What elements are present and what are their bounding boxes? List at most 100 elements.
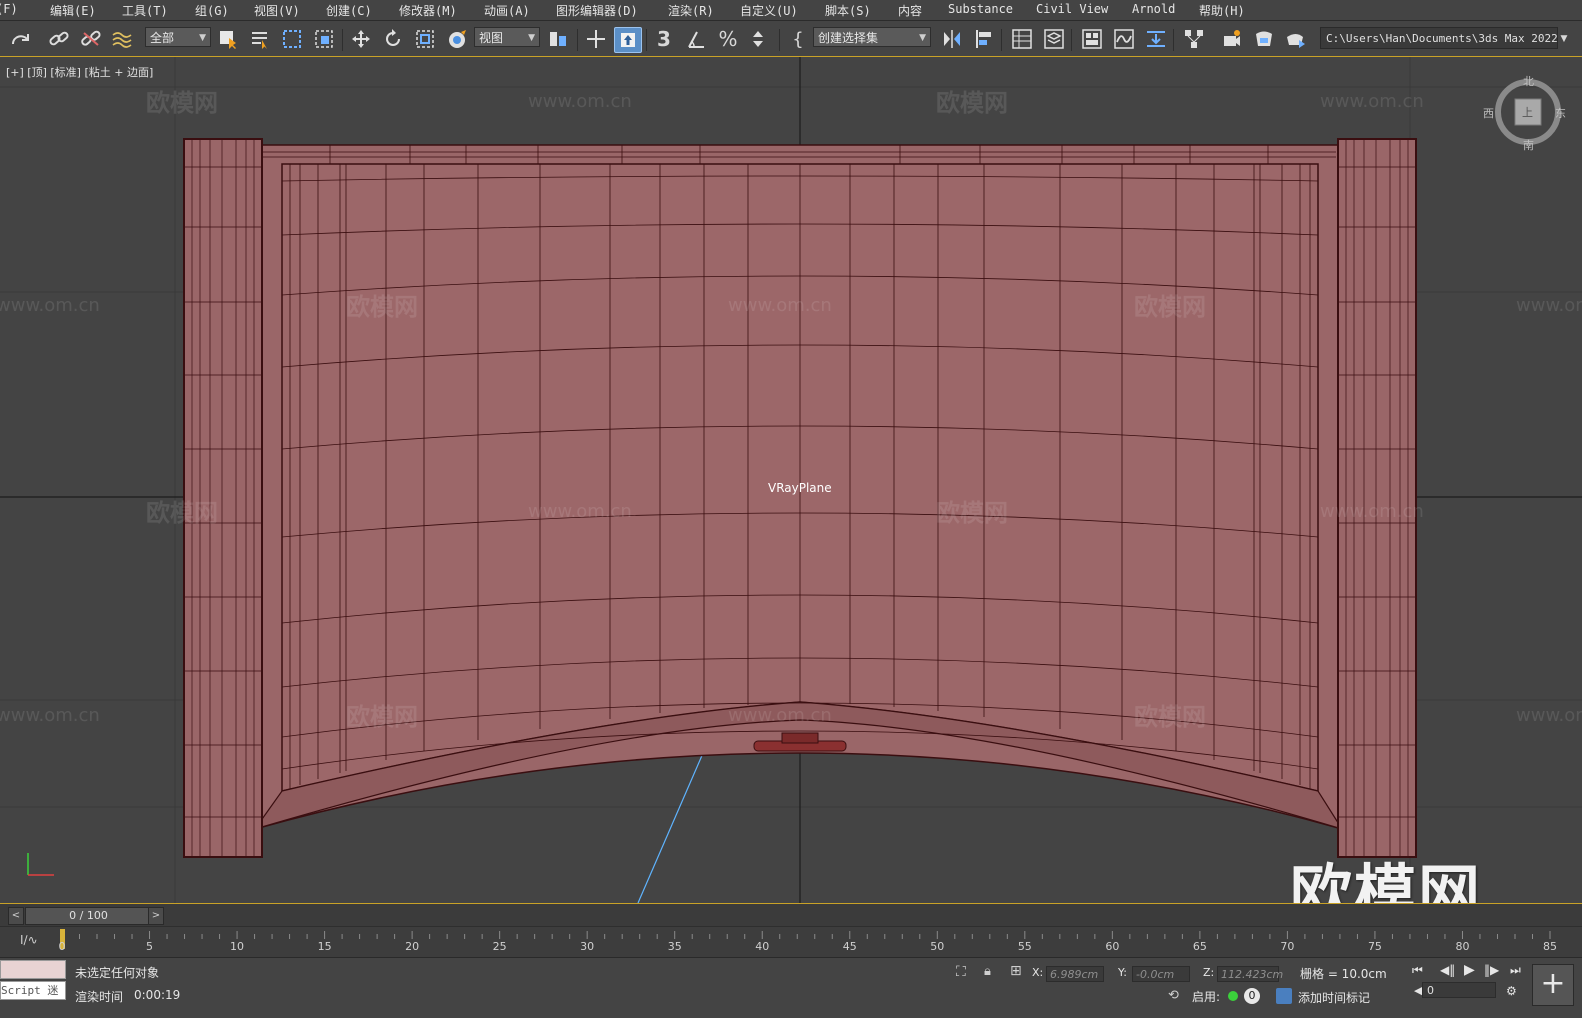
time-slider[interactable]: < 0 / 100 >	[0, 904, 1582, 926]
current-frame-field[interactable]: 0	[1422, 982, 1496, 998]
menu-arnold[interactable]: Arnold	[1132, 2, 1175, 16]
select-object-icon[interactable]	[216, 27, 240, 51]
material-editor-icon[interactable]	[1182, 27, 1206, 51]
menu-file[interactable]: (F)	[0, 2, 18, 16]
pivot-center-icon[interactable]	[546, 27, 570, 51]
viewport-top[interactable]: [+] [顶] [标准] [粘土 + 边面] 欧模网 www.om.cn 欧模网…	[0, 57, 1582, 904]
scene-explorer-icon[interactable]	[1010, 27, 1034, 51]
x-coordinate-field[interactable]: 6.989cm	[1046, 966, 1104, 982]
menu-content[interactable]: 内容	[898, 2, 922, 19]
viewport-label[interactable]: [+] [顶] [标准] [粘土 + 边面]	[6, 64, 153, 80]
adaptive-degradation-icon[interactable]: ⟲	[1168, 988, 1179, 1003]
chevron-down-icon[interactable]: ▼	[1556, 27, 1572, 51]
track-tick-label: 30	[580, 940, 595, 953]
select-by-name-icon[interactable]	[248, 27, 272, 51]
project-folder-path[interactable]: C:\Users\Han\Documents\3ds Max 2022	[1320, 27, 1558, 49]
maxscript-output[interactable]	[0, 960, 66, 979]
play-icon[interactable]: ▶	[1464, 962, 1475, 978]
layer-explorer-icon[interactable]	[1042, 27, 1066, 51]
watermark: 欧模网	[936, 499, 1008, 527]
mirror-icon[interactable]	[940, 27, 964, 51]
angle-snap-icon[interactable]	[684, 27, 708, 51]
viewcube-north[interactable]: 北	[1523, 73, 1534, 89]
track-bar[interactable]: I∕∿ 0 5 10 15 20 25 30 35 40 45 50 55 60 65 70 75 80 85	[0, 926, 1582, 957]
menu-animation[interactable]: 动画(A)	[484, 2, 530, 19]
place-icon[interactable]	[445, 27, 469, 51]
edit-named-selection-icon[interactable]: {	[786, 27, 810, 51]
viewport-navigation-icon[interactable]: +	[1532, 964, 1574, 1006]
redo-icon[interactable]	[8, 27, 32, 51]
curve-editor-icon[interactable]	[1112, 27, 1136, 51]
go-to-end-icon[interactable]: ⏭	[1510, 963, 1521, 978]
scale-icon[interactable]	[413, 27, 437, 51]
watermark-url: www.om.cn	[528, 91, 632, 112]
unlink-icon[interactable]	[79, 27, 103, 51]
menu-tools[interactable]: 工具(T)	[122, 2, 168, 19]
toggle-ribbon-icon[interactable]	[1080, 27, 1104, 51]
toolbar-divider	[1001, 29, 1002, 51]
menu-substance[interactable]: Substance	[948, 2, 1013, 16]
viewcube-east[interactable]: 东	[1555, 105, 1566, 121]
maxscript-input[interactable]: Script 迷	[0, 981, 66, 1000]
menu-group[interactable]: 组(G)	[195, 2, 229, 19]
maxscript-listener[interactable]: Script 迷	[0, 960, 66, 1000]
menu-customize[interactable]: 自定义(U)	[740, 2, 798, 19]
menu-view[interactable]: 视图(V)	[254, 2, 300, 19]
rectangular-selection-icon[interactable]	[280, 27, 304, 51]
y-coordinate-field[interactable]: -0.0cm	[1132, 966, 1190, 982]
menu-help[interactable]: 帮助(H)	[1199, 2, 1245, 19]
window-crossing-icon[interactable]	[312, 27, 336, 51]
object-label: VRayPlane	[768, 481, 832, 495]
z-coordinate-field[interactable]: 112.423cm	[1217, 966, 1283, 982]
menu-scripting[interactable]: 脚本(S)	[825, 2, 871, 19]
track-tick-label: 55	[1017, 940, 1032, 953]
viewcube-west[interactable]: 西	[1483, 105, 1494, 121]
next-frame-icon[interactable]: >	[148, 907, 164, 925]
reference-coordinate-select[interactable]: 视图 ▼	[474, 27, 540, 47]
viewcube[interactable]: 北 南 东 西 上	[1483, 75, 1566, 152]
toolbar-divider	[342, 29, 343, 51]
named-selection-set-select[interactable]: 创建选择集 ▼	[813, 27, 931, 47]
add-time-tag-button[interactable]: 添加时间标记	[1298, 989, 1370, 1006]
render-setup-icon[interactable]	[1220, 27, 1244, 51]
menu-graph-editors[interactable]: 图形编辑器(D)	[556, 2, 638, 19]
menu-rendering[interactable]: 渲染(R)	[668, 2, 714, 19]
keyboard-shortcut-override-icon[interactable]	[614, 27, 642, 53]
percent-snap-icon[interactable]: %	[716, 27, 740, 51]
spinner-snap-icon[interactable]	[748, 27, 772, 51]
menu-bar: (F) 编辑(E) 工具(T) 组(G) 视图(V) 创建(C) 修改器(M) …	[0, 0, 1582, 21]
previous-key-icon[interactable]: ◀‖	[1440, 963, 1455, 977]
time-slider-thumb[interactable]: 0 / 100	[25, 907, 152, 925]
next-key-icon[interactable]: ‖▶	[1484, 963, 1499, 977]
menu-create[interactable]: 创建(C)	[326, 2, 372, 19]
schematic-view-icon[interactable]	[1144, 27, 1168, 51]
render-production-icon[interactable]	[1284, 27, 1308, 51]
snap-toggle-icon[interactable]: 3	[652, 27, 676, 51]
previous-frame-icon[interactable]: <	[8, 907, 24, 925]
enabled-indicator-icon	[1228, 991, 1238, 1001]
go-to-start-icon[interactable]: ⏮	[1412, 963, 1423, 978]
link-icon[interactable]	[47, 27, 71, 51]
time-tag-icon[interactable]	[1276, 988, 1292, 1004]
viewcube-south[interactable]: 南	[1523, 137, 1534, 153]
track-tick-label: 5	[146, 940, 154, 953]
viewcube-face-top[interactable]: 上	[1522, 104, 1533, 120]
select-manipulate-icon[interactable]	[584, 27, 608, 51]
track-tick-label: 50	[930, 940, 945, 953]
bind-space-warp-icon[interactable]	[110, 27, 134, 51]
absolute-mode-icon[interactable]: ⊞	[1010, 963, 1022, 979]
isolate-selection-icon[interactable]: ⛶	[956, 964, 966, 980]
selection-filter-select[interactable]: 全部 ▼	[145, 27, 211, 47]
rotate-icon[interactable]	[381, 27, 405, 51]
align-icon[interactable]	[972, 27, 996, 51]
lock-icon[interactable]: 🔒︎	[984, 964, 991, 979]
rendered-frame-window-icon[interactable]	[1252, 27, 1276, 51]
viewport-canvas	[0, 57, 1582, 903]
main-toolbar: 全部 ▼ 视图 ▼ 3 % {创建选择集 ▼ C:\Users\Han\Doc…	[0, 21, 1582, 57]
menu-civil-view[interactable]: Civil View	[1036, 2, 1108, 16]
menu-modifiers[interactable]: 修改器(M)	[399, 2, 457, 19]
menu-edit[interactable]: 编辑(E)	[50, 2, 96, 19]
time-configuration-icon[interactable]: ⚙	[1506, 984, 1517, 998]
enable-label: 启用:	[1192, 990, 1221, 1004]
move-icon[interactable]	[349, 27, 373, 51]
